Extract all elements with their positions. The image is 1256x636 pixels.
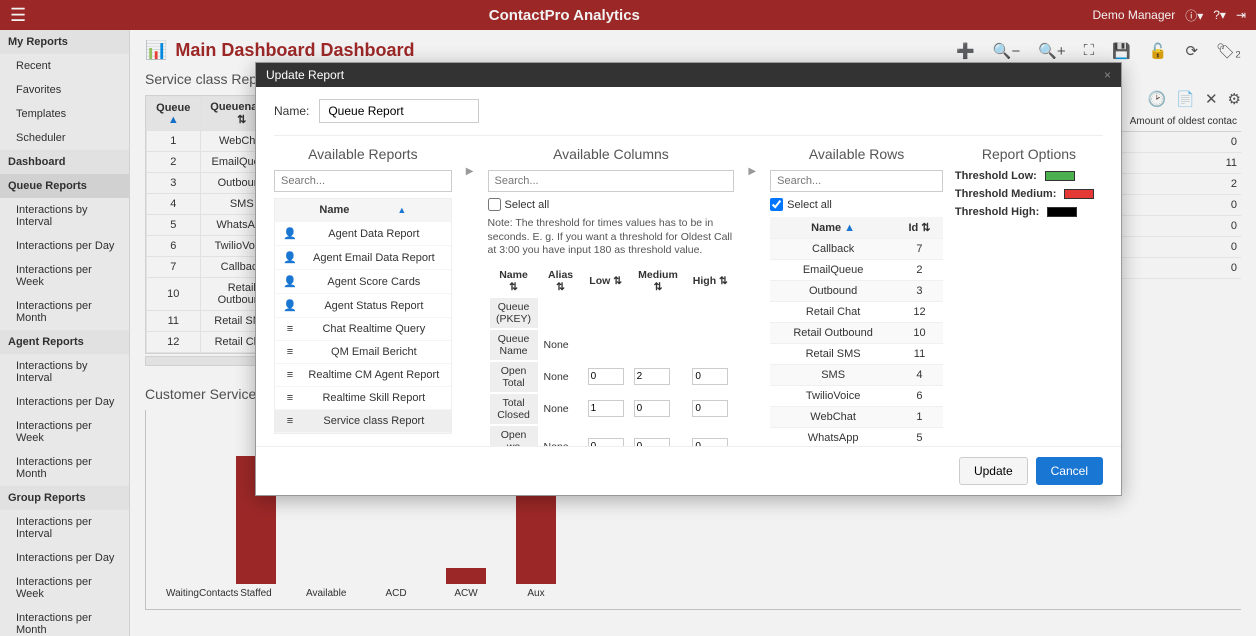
report-item[interactable]: ≡Realtime Skill Report [275, 387, 451, 410]
threshold-low-label: Threshold Low: [955, 170, 1037, 182]
table-row[interactable]: Outbound3 [770, 281, 943, 302]
modal-footer: Update Cancel [256, 446, 1121, 495]
report-item[interactable]: 👤Agent Score Cards [275, 270, 451, 294]
list-icon: ≡ [283, 323, 297, 335]
threshold-input[interactable] [634, 438, 670, 446]
rows-search[interactable] [770, 170, 943, 192]
threshold-input[interactable] [692, 400, 728, 417]
columns-heading: Available Columns [488, 146, 735, 162]
modal-title: Update Report [266, 68, 344, 82]
report-item[interactable]: 👤Agent Data Report [275, 222, 451, 246]
threshold-low-swatch[interactable] [1045, 171, 1075, 181]
list-icon: ≡ [283, 369, 297, 381]
list-icon: 👤 [283, 275, 297, 288]
col-header[interactable]: High ⇅ [688, 266, 732, 296]
threshold-input[interactable] [634, 368, 670, 385]
threshold-input[interactable] [588, 438, 624, 446]
list-icon: 👤 [283, 299, 297, 312]
report-item[interactable]: 👤Agent Email Data Report [275, 246, 451, 270]
rows-table: Name ▲Id ⇅Callback7EmailQueue2Outbound3R… [770, 217, 943, 446]
threshold-input[interactable] [588, 400, 624, 417]
threshold-med-label: Threshold Medium: [955, 188, 1056, 200]
col-name: Queue Name [490, 330, 538, 360]
report-item[interactable]: ≡Service class Report [275, 410, 451, 433]
table-row[interactable]: SMS4 [770, 365, 943, 386]
list-icon: ≡ [283, 346, 297, 358]
list-icon: ≡ [283, 392, 297, 404]
col-name: Open Total [490, 362, 538, 392]
threshold-note: Note: The threshold for times values has… [488, 217, 735, 258]
reports-arrows: ▶◀ [464, 146, 476, 446]
list-icon: 👤 [283, 227, 297, 240]
arrow-right-icon[interactable]: ▶ [748, 166, 756, 177]
col-header[interactable]: Name ⇅ [490, 266, 538, 296]
modal-header: Update Report × [256, 63, 1121, 87]
table-row[interactable]: EmailQueue2 [770, 260, 943, 281]
update-button[interactable]: Update [959, 457, 1028, 485]
col-name: Total Closed [490, 394, 538, 424]
modal-close-icon[interactable]: × [1104, 68, 1111, 82]
table-row[interactable]: WebChat1 [770, 407, 943, 428]
report-name-input[interactable] [319, 99, 479, 123]
col-alias: None [540, 394, 582, 424]
col-alias: None [540, 330, 582, 360]
columns-arrows: ▶◀ [746, 146, 758, 446]
rows-select-all[interactable]: Select all [770, 198, 943, 211]
reports-search[interactable] [274, 170, 452, 192]
col-name: Open wo Agent [490, 426, 538, 446]
report-item[interactable]: ≡Chat Realtime Query [275, 318, 451, 341]
col-header[interactable]: Alias ⇅ [540, 266, 582, 296]
col-alias [540, 298, 582, 328]
columns-search[interactable] [488, 170, 735, 192]
col-header[interactable]: Medium ⇅ [630, 266, 687, 296]
update-report-modal: Update Report × Name: Available Reports … [255, 62, 1122, 496]
table-row[interactable]: TwilioVoice6 [770, 386, 943, 407]
report-item[interactable]: 👤Agent Status Report [275, 294, 451, 318]
rows-heading: Available Rows [770, 146, 943, 162]
table-row[interactable]: Retail SMS11 [770, 344, 943, 365]
col-header[interactable]: Low ⇅ [584, 266, 628, 296]
threshold-input[interactable] [634, 400, 670, 417]
threshold-input[interactable] [692, 368, 728, 385]
threshold-med-swatch[interactable] [1064, 189, 1094, 199]
columns-table: Name ⇅Alias ⇅Low ⇅Medium ⇅High ⇅ Queue (P… [488, 264, 735, 446]
table-row[interactable]: Retail Outbound10 [770, 323, 943, 344]
arrow-right-icon[interactable]: ▶ [466, 166, 474, 177]
table-row[interactable]: Retail Chat12 [770, 302, 943, 323]
reports-heading: Available Reports [274, 146, 452, 162]
options-heading: Report Options [955, 146, 1103, 162]
reports-name-header[interactable]: Name ▲ [275, 199, 451, 222]
threshold-input[interactable] [588, 368, 624, 385]
col-alias: None [540, 426, 582, 446]
rows-header[interactable]: Name ▲ [770, 217, 896, 239]
table-row[interactable]: WhatsApp5 [770, 428, 943, 447]
rows-header[interactable]: Id ⇅ [896, 217, 943, 239]
list-icon: 👤 [283, 251, 297, 264]
report-item[interactable]: ≡Realtime CM Agent Report [275, 364, 451, 387]
threshold-high-label: Threshold High: [955, 206, 1039, 218]
threshold-high-swatch[interactable] [1047, 207, 1077, 217]
report-item[interactable]: ≡QM Email Bericht [275, 341, 451, 364]
columns-select-all[interactable]: Select all [488, 198, 735, 211]
name-label: Name: [274, 104, 309, 118]
list-icon: ≡ [283, 415, 297, 427]
table-row[interactable]: Callback7 [770, 239, 943, 260]
reports-list: Name ▲ 👤Agent Data Report👤Agent Email Da… [274, 198, 452, 434]
cancel-button[interactable]: Cancel [1036, 457, 1103, 485]
col-alias: None [540, 362, 582, 392]
threshold-input[interactable] [692, 438, 728, 446]
col-name: Queue (PKEY) [490, 298, 538, 328]
